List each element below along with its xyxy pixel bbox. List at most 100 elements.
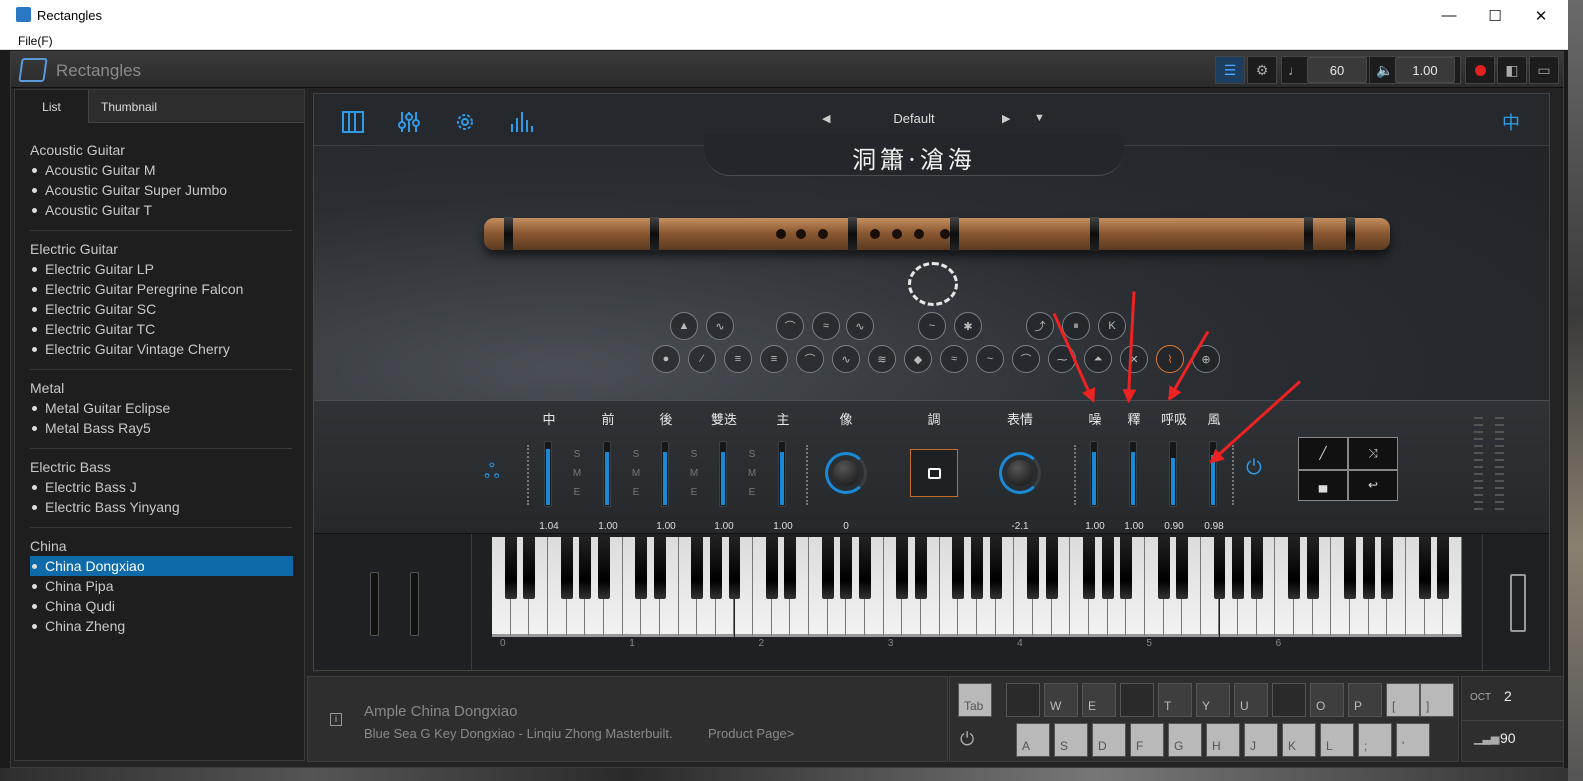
sidebar-toggle-icon[interactable]: ◧ — [1497, 56, 1527, 84]
piano-black-key[interactable] — [1306, 537, 1319, 599]
eq-bars-icon[interactable] — [508, 109, 534, 135]
qwerty-key[interactable]: U — [1234, 683, 1268, 717]
piano-black-key[interactable] — [859, 537, 872, 599]
qwerty-key[interactable]: Tab — [958, 683, 992, 717]
close-button[interactable]: ✕ — [1518, 0, 1564, 31]
noise-fader[interactable] — [1129, 441, 1137, 507]
menu-file[interactable]: File(F) — [18, 34, 53, 48]
list-item[interactable]: Electric Bass J — [30, 477, 293, 497]
piano-black-key[interactable] — [1120, 537, 1133, 599]
qwerty-key[interactable]: O — [1310, 683, 1344, 717]
list-item[interactable]: Electric Guitar SC — [30, 299, 293, 319]
list-item[interactable]: Acoustic Guitar Super Jumbo — [30, 180, 293, 200]
articulation-button[interactable]: ▲ — [670, 312, 698, 340]
qwerty-key[interactable]: [ — [1386, 683, 1420, 717]
articulation-button[interactable]: ◆ — [904, 345, 932, 373]
piano-black-key[interactable] — [896, 537, 909, 599]
list-item[interactable]: Metal Bass Ray5 — [30, 418, 293, 438]
preset-name[interactable]: Default — [874, 111, 954, 126]
piano-black-key[interactable] — [1026, 537, 1039, 599]
qwerty-key[interactable]: D — [1092, 723, 1126, 757]
tab-list[interactable]: List — [15, 90, 89, 123]
piano-black-key[interactable] — [915, 537, 927, 599]
piano-black-key[interactable] — [635, 537, 648, 599]
list-item[interactable]: Metal Guitar Eclipse — [30, 398, 293, 418]
volume-input[interactable]: 1.00 — [1395, 57, 1455, 83]
piano-black-key[interactable] — [989, 537, 1002, 599]
qwerty-key[interactable]: K — [1282, 723, 1316, 757]
articulation-button[interactable]: ~ — [976, 345, 1004, 373]
loop-back-icon[interactable]: ↩ — [1349, 470, 1397, 500]
piano-black-key[interactable] — [709, 537, 722, 599]
articulation-button[interactable]: ⁄ — [688, 345, 716, 373]
piano-black-key[interactable] — [597, 537, 610, 599]
tab-thumbnail[interactable]: Thumbnail — [89, 90, 169, 123]
piano-black-key[interactable] — [1344, 537, 1357, 599]
record-button[interactable] — [1465, 56, 1495, 84]
articulation-button[interactable]: ≋ — [868, 345, 896, 373]
piano-black-key[interactable] — [1101, 537, 1114, 599]
fader[interactable] — [778, 441, 786, 507]
xy-pad-handle[interactable] — [928, 468, 941, 479]
list-item-selected[interactable]: China Dongxiao — [30, 556, 293, 576]
piano-black-key[interactable] — [1082, 537, 1095, 599]
list-view-icon[interactable]: ☰ — [1215, 56, 1245, 84]
piano-black-key[interactable] — [1045, 537, 1058, 599]
sme-switch[interactable]: SME — [572, 445, 582, 502]
piano-black-key[interactable] — [579, 537, 592, 599]
list-item[interactable]: China Qudi — [30, 596, 293, 616]
articulation-button[interactable]: ⌒ — [796, 345, 824, 373]
power-icon[interactable]: ⏻ — [960, 729, 974, 750]
preset-next-icon[interactable]: ▶ — [1002, 112, 1010, 125]
piano-black-key[interactable] — [1288, 537, 1301, 599]
xy-pad[interactable] — [910, 449, 958, 497]
qwerty-key[interactable]: S — [1054, 723, 1088, 757]
mic-link-icon[interactable]: ஃ — [484, 461, 500, 486]
piano-black-key[interactable] — [691, 537, 704, 599]
list-item[interactable]: Electric Bass Yinyang — [30, 497, 293, 517]
piano-black-key[interactable] — [1213, 537, 1226, 599]
articulation-button[interactable]: ⏸ — [1062, 312, 1090, 340]
qwerty-key[interactable] — [1006, 683, 1040, 717]
sme-switch[interactable]: SME — [689, 445, 699, 502]
qwerty-key[interactable]: F — [1130, 723, 1164, 757]
articulation-button[interactable]: ≈ — [940, 345, 968, 373]
list-item[interactable]: Acoustic Guitar T — [30, 200, 293, 220]
oct-value[interactable]: 2 — [1504, 688, 1512, 704]
articulation-button[interactable]: ∿ — [832, 345, 860, 373]
product-page-link[interactable]: Product Page> — [708, 726, 794, 741]
step-mode-icon[interactable]: ▄ — [1299, 470, 1347, 500]
articulation-button[interactable]: ≡ — [724, 345, 752, 373]
fader[interactable] — [661, 441, 669, 507]
fader[interactable] — [544, 441, 552, 507]
sme-switch[interactable]: SME — [631, 445, 641, 502]
articulation-button-active[interactable]: ⌇ — [1156, 345, 1184, 373]
qwerty-key[interactable]: Y — [1196, 683, 1230, 717]
piano-black-key[interactable] — [784, 537, 797, 599]
strum-mode-icon[interactable]: ╱ — [1299, 438, 1347, 469]
articulation-button[interactable]: ✕ — [1120, 345, 1148, 373]
minimize-button[interactable]: — — [1426, 0, 1472, 31]
gear-icon[interactable]: ⚙ — [1247, 56, 1277, 84]
articulation-button[interactable]: ● — [652, 345, 680, 373]
piano-black-key[interactable] — [840, 537, 853, 599]
piano-black-key[interactable] — [1381, 537, 1394, 599]
articulation-button[interactable]: ~ — [918, 312, 946, 340]
maximize-button[interactable]: ☐ — [1472, 0, 1518, 31]
qwerty-key[interactable]: E — [1082, 683, 1116, 717]
articulation-button[interactable]: ≈ — [812, 312, 840, 340]
fader[interactable] — [719, 441, 727, 507]
settings-gear-icon[interactable] — [452, 109, 478, 135]
piano-black-key[interactable] — [1176, 537, 1189, 599]
velocity-value[interactable]: 90 — [1500, 730, 1516, 746]
piano-icon[interactable] — [340, 109, 366, 135]
articulation-button[interactable]: ✱ — [954, 312, 982, 340]
articulation-button[interactable]: ⤴ — [1026, 312, 1054, 340]
list-item[interactable]: Electric Guitar Vintage Cherry — [30, 339, 293, 359]
expression-knob[interactable] — [999, 452, 1041, 494]
qwerty-key[interactable] — [1120, 683, 1154, 717]
piano-black-key[interactable] — [560, 537, 573, 599]
piano-black-key[interactable] — [821, 537, 834, 599]
piano-black-key[interactable] — [1232, 537, 1245, 599]
piano-black-key[interactable] — [1362, 537, 1375, 599]
